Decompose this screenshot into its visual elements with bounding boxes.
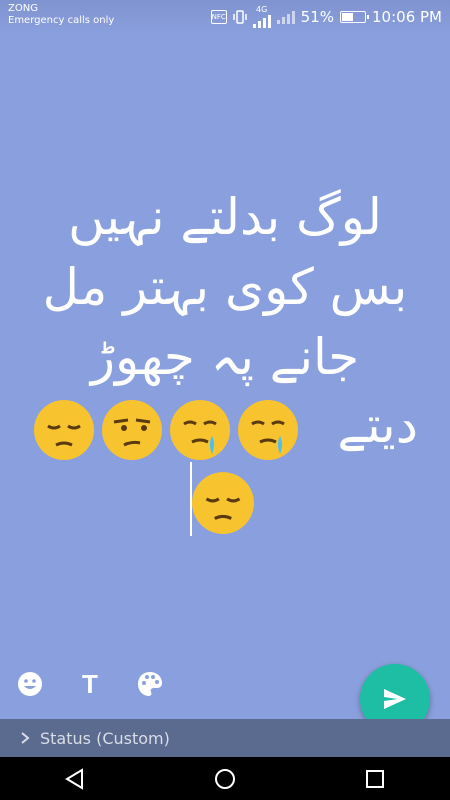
back-icon[interactable] bbox=[63, 767, 87, 791]
status-text-editor[interactable]: لوگ بدلتے نہیں بس کوی بہتر مل جانے پہ چھ… bbox=[20, 182, 430, 392]
text-style-button[interactable]: T bbox=[74, 668, 106, 700]
status-privacy-bar[interactable]: Status (Custom) bbox=[0, 719, 450, 757]
signal-icon bbox=[252, 14, 271, 28]
status-bar: ZONG Emergency calls only NFC 4G 51% 10:… bbox=[0, 0, 450, 34]
pensive-face-2-icon bbox=[192, 472, 254, 534]
carrier-sub: Emergency calls only bbox=[8, 15, 115, 26]
crying-face-icon bbox=[170, 400, 230, 460]
crying-face-2-icon bbox=[238, 400, 298, 460]
emoji-row bbox=[32, 398, 300, 462]
status-privacy-label: Status (Custom) bbox=[40, 728, 170, 748]
recents-icon[interactable] bbox=[363, 767, 387, 791]
carrier-info: ZONG Emergency calls only bbox=[8, 3, 114, 27]
status-line-3: جانے پہ چھوڑ bbox=[90, 328, 360, 386]
vibrate-icon bbox=[232, 10, 247, 24]
battery-icon bbox=[340, 11, 370, 23]
status-line-4-word: دیتے bbox=[337, 396, 418, 454]
status-line-1: لوگ بدلتے نہیں bbox=[68, 188, 382, 246]
carrier-name: ZONG bbox=[8, 3, 38, 14]
emoji-button[interactable] bbox=[14, 668, 46, 700]
status-icons: NFC 4G 51% 10:06 PM bbox=[210, 5, 442, 28]
pensive-face-icon bbox=[34, 400, 94, 460]
color-button[interactable] bbox=[134, 668, 166, 700]
home-icon[interactable] bbox=[213, 767, 237, 791]
navigation-bar bbox=[0, 757, 450, 800]
clock: 10:06 PM bbox=[372, 8, 442, 26]
network-type: 4G bbox=[256, 5, 268, 14]
smiley-icon bbox=[18, 672, 42, 696]
chevron-right-icon bbox=[21, 732, 30, 744]
send-icon bbox=[384, 689, 406, 709]
palette-icon bbox=[138, 672, 162, 696]
battery-percent: 51% bbox=[300, 8, 335, 26]
unamused-face-icon bbox=[102, 400, 162, 460]
status-line-2: بس کوی بہتر مل bbox=[42, 258, 408, 316]
signal-2-icon bbox=[276, 10, 295, 24]
battery-fill bbox=[342, 13, 353, 21]
nfc-icon: NFC bbox=[210, 10, 227, 24]
